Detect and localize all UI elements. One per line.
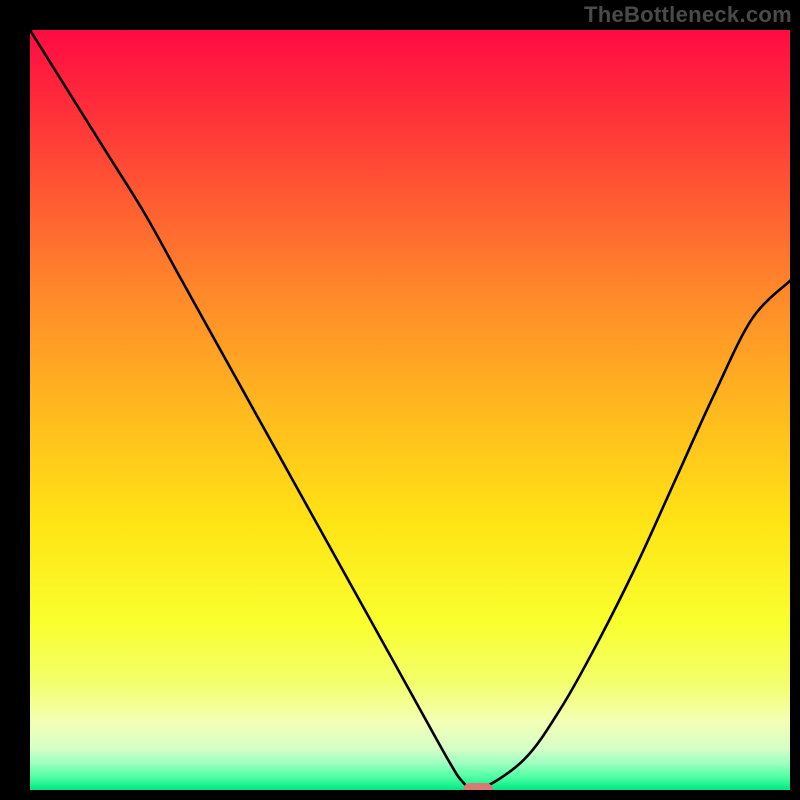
chart-frame: TheBottleneck.com — [0, 0, 800, 800]
plot-area — [30, 30, 790, 790]
bottleneck-curve — [30, 30, 790, 790]
watermark-text: TheBottleneck.com — [584, 2, 792, 28]
optimum-marker — [463, 783, 493, 790]
